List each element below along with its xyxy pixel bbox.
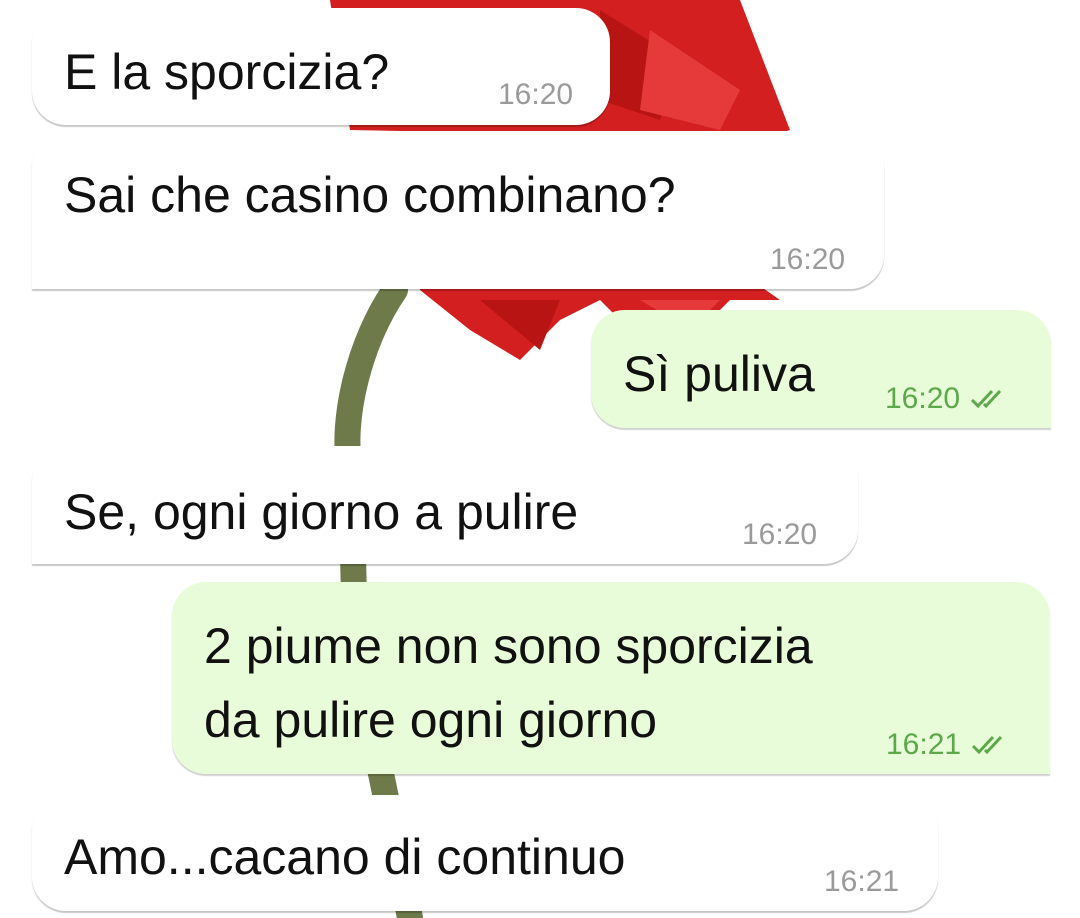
message-timestamp: 16:20 [742,518,818,551]
message-text: Sì puliva [623,346,815,402]
message-text: Sai che casino combinano? [64,167,676,223]
message-bubble-incoming[interactable]: Sai che casino combinano? 16:20 [32,131,884,289]
message-text-line-1: 2 piume non sono sporcizia [204,618,813,674]
message-timestamp: 16:20 [770,243,846,276]
message-text: Amo...cacano di continuo [64,829,626,885]
message-text: E la sporcizia? [64,44,390,100]
message-bubble-outgoing[interactable]: 2 piume non sono sporcizia da pulire ogn… [172,582,1050,774]
message-timestamp: 16:21 [886,728,962,761]
message-bubble-outgoing[interactable]: Sì puliva 16:20 [591,310,1051,428]
message-timestamp: 16:20 [885,382,961,415]
double-check-icon [971,389,1002,409]
double-check-icon [972,735,1003,755]
message-timestamp: 16:20 [498,78,574,111]
message-timestamp: 16:21 [824,865,900,898]
message-text: Se, ogni giorno a pulire [64,484,579,540]
message-bubble-incoming[interactable]: Amo...cacano di continuo 16:21 [32,795,938,911]
message-bubble-incoming[interactable]: E la sporcizia? 16:20 [32,8,610,125]
message-text-line-2: da pulire ogni giorno [204,692,658,748]
message-meta: 16:20 [885,382,1012,416]
message-bubble-incoming[interactable]: Se, ogni giorno a pulire 16:20 [32,446,858,564]
message-meta: 16:21 [886,728,1013,762]
